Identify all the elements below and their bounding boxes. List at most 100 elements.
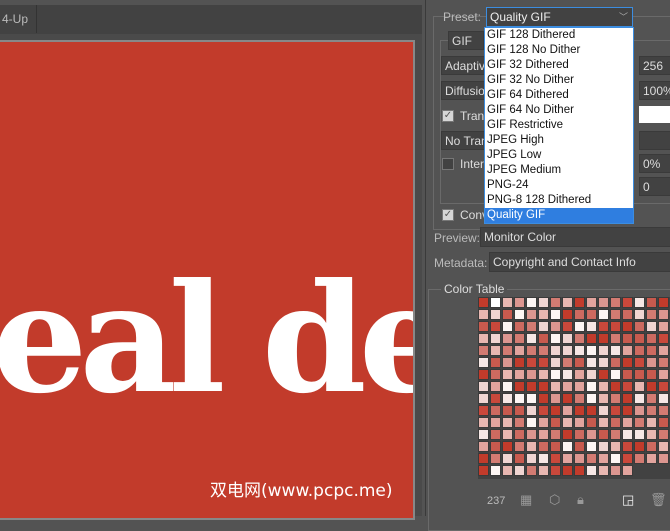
color-swatch[interactable]: [478, 417, 489, 428]
color-swatch[interactable]: [502, 405, 513, 416]
color-swatch[interactable]: [550, 321, 561, 332]
color-swatch[interactable]: [502, 345, 513, 356]
metadata-select[interactable]: Copyright and Contact Info: [489, 252, 670, 272]
color-swatch[interactable]: [586, 333, 597, 344]
color-swatch[interactable]: [562, 321, 573, 332]
color-swatch[interactable]: [574, 465, 585, 476]
color-swatch[interactable]: [646, 369, 657, 380]
transparency-checkbox[interactable]: ✓: [442, 110, 454, 122]
color-swatch[interactable]: [478, 441, 489, 452]
color-swatch[interactable]: [574, 297, 585, 308]
color-swatch[interactable]: [574, 453, 585, 464]
color-swatch[interactable]: [550, 309, 561, 320]
color-swatch[interactable]: [598, 297, 609, 308]
color-swatch[interactable]: [514, 441, 525, 452]
color-swatch[interactable]: [478, 333, 489, 344]
color-swatch[interactable]: [514, 405, 525, 416]
color-swatch[interactable]: [658, 309, 669, 320]
color-swatch[interactable]: [622, 333, 633, 344]
transparency-dither-select[interactable]: No Trans: [441, 131, 486, 150]
color-swatch[interactable]: [562, 357, 573, 368]
color-swatch[interactable]: [622, 417, 633, 428]
color-swatch[interactable]: [586, 297, 597, 308]
color-swatch[interactable]: [586, 381, 597, 392]
color-swatch[interactable]: [586, 429, 597, 440]
color-swatch[interactable]: [634, 369, 645, 380]
color-swatch[interactable]: [514, 357, 525, 368]
color-swatch[interactable]: [574, 369, 585, 380]
color-swatch[interactable]: [610, 309, 621, 320]
color-swatch[interactable]: [646, 357, 657, 368]
color-swatch[interactable]: [598, 453, 609, 464]
color-swatch[interactable]: [622, 369, 633, 380]
color-swatch[interactable]: [514, 345, 525, 356]
color-swatch[interactable]: [658, 357, 669, 368]
color-swatch[interactable]: [646, 345, 657, 356]
color-swatch[interactable]: [562, 369, 573, 380]
color-swatch[interactable]: [526, 393, 537, 404]
color-swatch[interactable]: [538, 369, 549, 380]
color-swatch[interactable]: [562, 393, 573, 404]
color-swatch[interactable]: [538, 453, 549, 464]
color-swatch[interactable]: [562, 405, 573, 416]
color-swatch[interactable]: [514, 429, 525, 440]
color-swatch[interactable]: [610, 453, 621, 464]
color-swatch[interactable]: [550, 453, 561, 464]
color-swatch[interactable]: [634, 309, 645, 320]
color-swatch[interactable]: [514, 369, 525, 380]
color-swatch[interactable]: [658, 393, 669, 404]
color-swatch[interactable]: [538, 393, 549, 404]
color-swatch[interactable]: [502, 333, 513, 344]
color-swatch[interactable]: [526, 333, 537, 344]
color-swatch[interactable]: [574, 345, 585, 356]
color-swatch[interactable]: [658, 405, 669, 416]
color-swatch[interactable]: [634, 441, 645, 452]
color-swatch[interactable]: [538, 333, 549, 344]
color-swatch[interactable]: [574, 429, 585, 440]
color-swatch[interactable]: [574, 441, 585, 452]
color-swatch[interactable]: [538, 357, 549, 368]
colors-input[interactable]: 256: [639, 56, 670, 75]
color-swatch[interactable]: [550, 333, 561, 344]
preset-option[interactable]: GIF 128 No Dither: [485, 43, 633, 58]
color-swatch[interactable]: [586, 321, 597, 332]
color-swatch[interactable]: [490, 429, 501, 440]
color-swatch[interactable]: [562, 345, 573, 356]
color-table-grid[interactable]: [478, 297, 670, 479]
color-swatch[interactable]: [478, 381, 489, 392]
color-swatch[interactable]: [658, 453, 669, 464]
color-swatch[interactable]: [526, 321, 537, 332]
preset-option[interactable]: PNG-8 128 Dithered: [485, 193, 633, 208]
color-swatch[interactable]: [550, 393, 561, 404]
new-color-icon[interactable]: ◲: [622, 492, 634, 508]
color-swatch[interactable]: [598, 393, 609, 404]
color-swatch[interactable]: [478, 405, 489, 416]
color-swatch[interactable]: [574, 333, 585, 344]
color-swatch[interactable]: [490, 333, 501, 344]
web-snap-input[interactable]: 0%: [639, 154, 670, 173]
color-swatch[interactable]: [610, 417, 621, 428]
color-swatch[interactable]: [490, 381, 501, 392]
color-swatch[interactable]: [598, 309, 609, 320]
color-swatch[interactable]: [550, 345, 561, 356]
color-swatch[interactable]: [586, 393, 597, 404]
color-swatch[interactable]: [646, 441, 657, 452]
color-swatch[interactable]: [514, 297, 525, 308]
color-swatch[interactable]: [526, 441, 537, 452]
color-swatch[interactable]: [610, 333, 621, 344]
color-swatch[interactable]: [610, 369, 621, 380]
color-swatch[interactable]: [622, 309, 633, 320]
preset-dropdown[interactable]: Quality GIF ﹀: [486, 7, 633, 27]
color-swatch[interactable]: [502, 441, 513, 452]
color-swatch[interactable]: [514, 465, 525, 476]
color-swatch[interactable]: [646, 333, 657, 344]
color-swatch[interactable]: [526, 429, 537, 440]
color-swatch[interactable]: [610, 357, 621, 368]
color-swatch[interactable]: [562, 381, 573, 392]
color-swatch[interactable]: [502, 381, 513, 392]
color-swatch[interactable]: [550, 465, 561, 476]
color-swatch[interactable]: [514, 309, 525, 320]
color-swatch[interactable]: [586, 309, 597, 320]
color-swatch[interactable]: [490, 465, 501, 476]
color-swatch[interactable]: [574, 393, 585, 404]
